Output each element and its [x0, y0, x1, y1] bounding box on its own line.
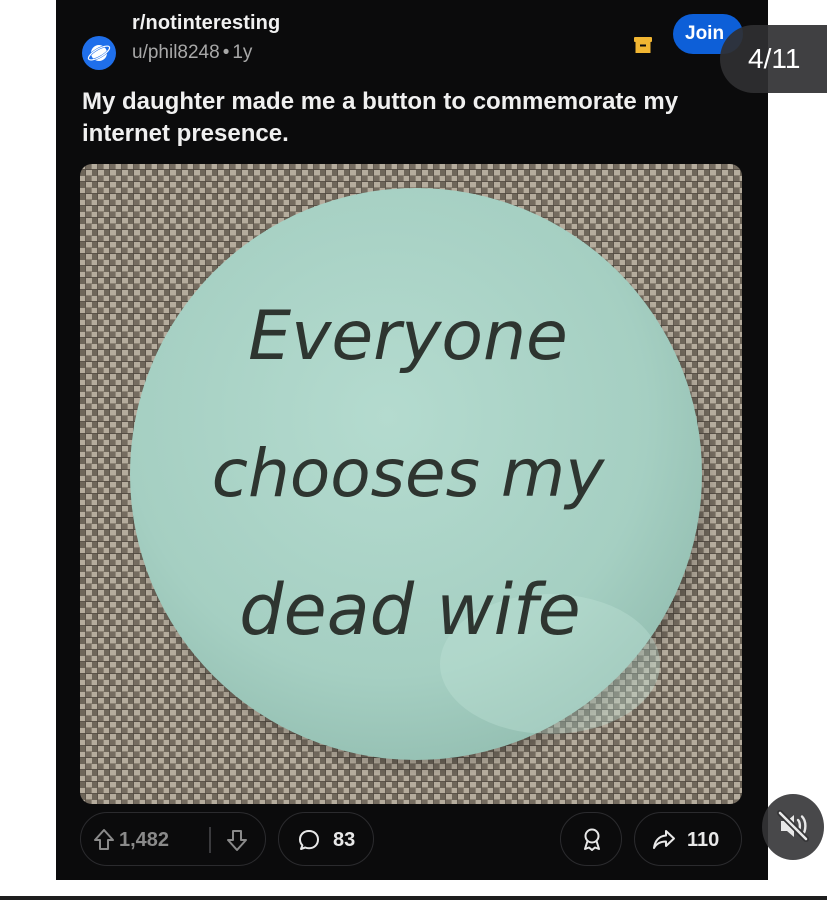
- share-button[interactable]: 110: [634, 812, 742, 866]
- comment-bubble-icon: [297, 828, 321, 858]
- speaker-muted-icon: [775, 808, 811, 847]
- award-icon: [580, 827, 604, 859]
- post-header: r/notinteresting u/phil8248 • 1y: [78, 12, 748, 72]
- comments-button[interactable]: 83: [278, 812, 374, 866]
- downvote-arrow-icon[interactable]: [226, 828, 248, 858]
- post-title[interactable]: My daughter made me a button to commemor…: [82, 86, 762, 150]
- award-button[interactable]: [560, 812, 622, 866]
- vote-divider: [209, 827, 211, 853]
- post-age: 1y: [232, 42, 253, 63]
- mute-button[interactable]: [762, 794, 824, 860]
- subreddit-name[interactable]: r/notinteresting: [132, 12, 280, 35]
- bottom-divider: [0, 896, 827, 900]
- upvote-count: 1,482: [119, 829, 170, 851]
- meta-separator: •: [222, 42, 230, 63]
- archive-icon: [632, 34, 654, 56]
- button-text-line-2: chooses my: [212, 435, 606, 512]
- vote-control: 1,482: [80, 812, 266, 866]
- button-text-line-3: dead wife: [239, 569, 581, 651]
- button-text-line-1: Everyone: [248, 297, 568, 376]
- share-arrow-icon: [651, 827, 677, 857]
- author-name[interactable]: u/phil8248: [132, 42, 220, 63]
- planet-icon[interactable]: [82, 36, 116, 70]
- share-count: 110: [687, 829, 720, 851]
- post-image[interactable]: Everyone chooses my dead wife: [80, 164, 742, 804]
- reddit-post-card: r/notinteresting u/phil8248 • 1y Join My d…: [56, 0, 768, 880]
- gallery-counter: 4/11: [720, 25, 827, 93]
- action-bar: 1,482 83 110: [80, 812, 748, 866]
- upvote-arrow-icon[interactable]: [93, 828, 115, 858]
- comment-count: 83: [333, 829, 356, 851]
- post-meta: u/phil8248 • 1y: [132, 42, 252, 64]
